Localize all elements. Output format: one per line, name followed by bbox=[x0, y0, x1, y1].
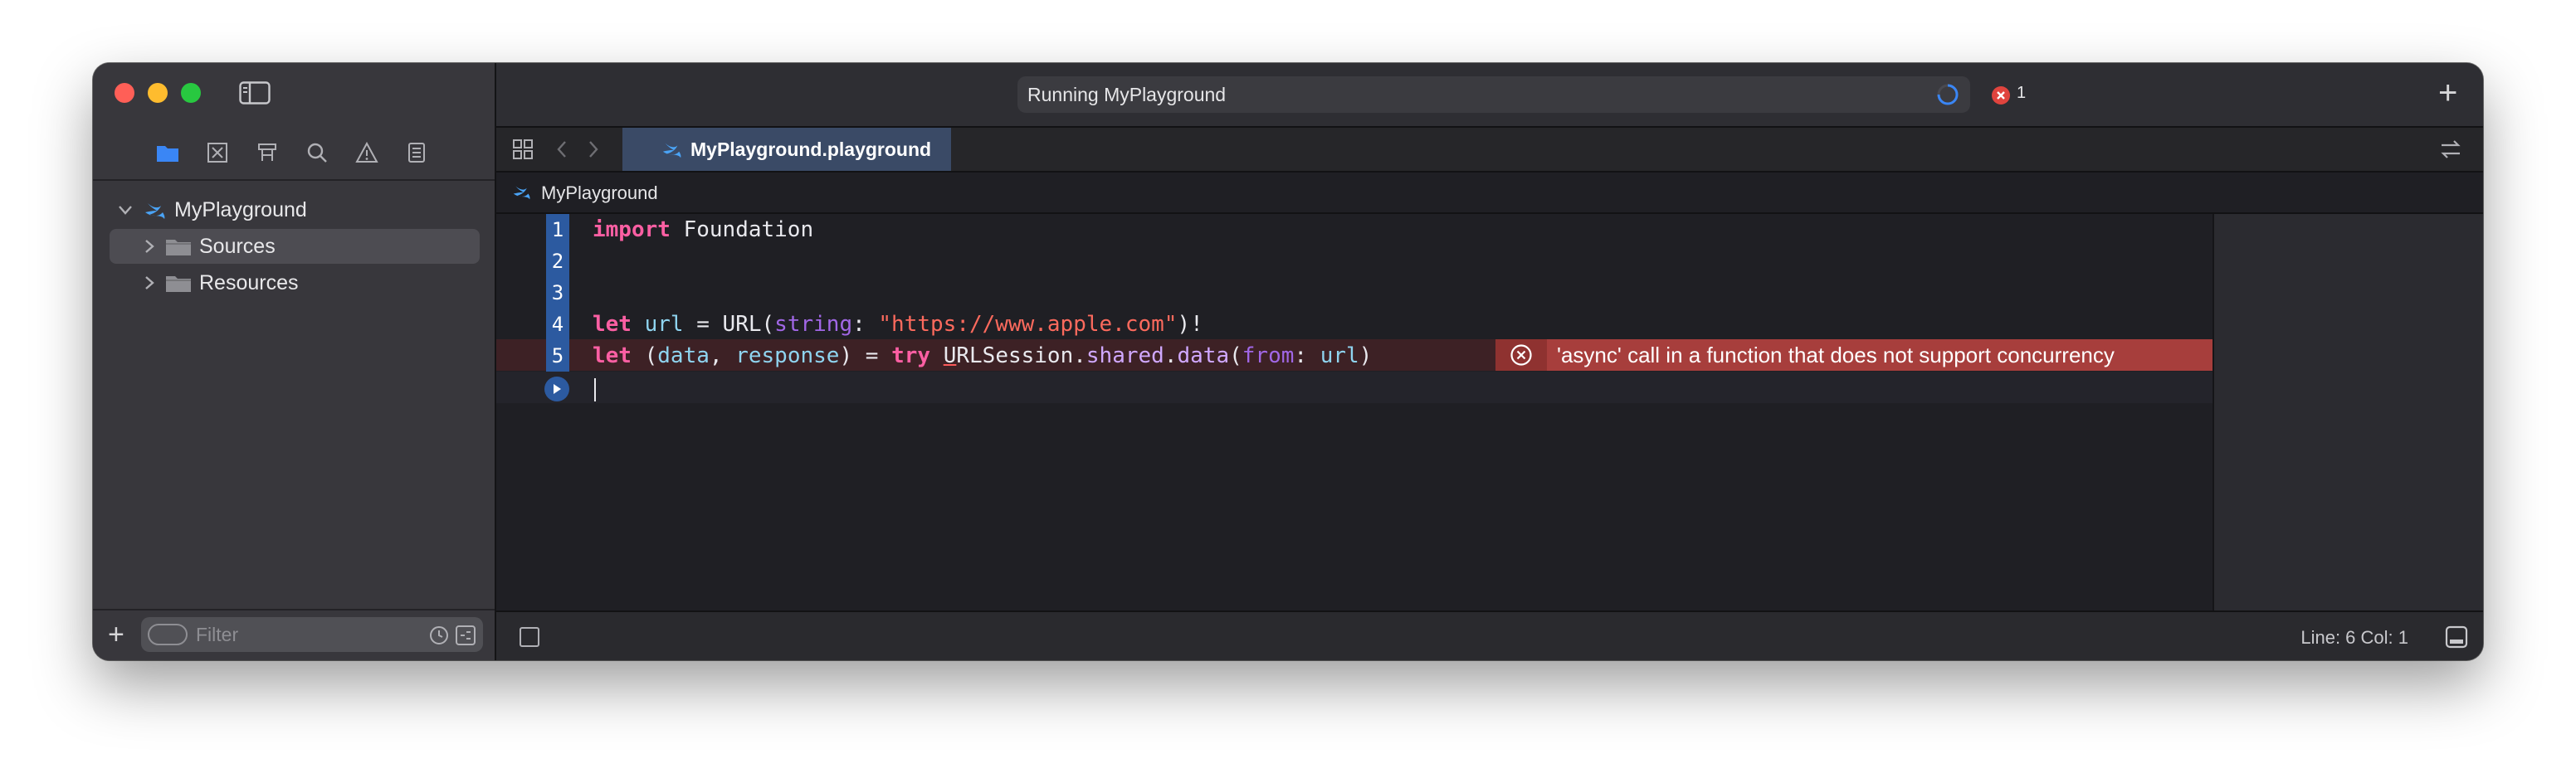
debug-status-bar: Line: 6 Col: 1 bbox=[496, 610, 2483, 660]
recent-files-clock-icon[interactable] bbox=[428, 625, 450, 646]
tree-item-label: MyPlayground bbox=[174, 197, 307, 221]
source-editor[interactable]: 1 2 3 4 5 import Foundation let url = UR… bbox=[496, 214, 2213, 610]
progress-spinner-icon bbox=[1937, 84, 1959, 105]
forward-chevron-icon[interactable] bbox=[586, 139, 601, 159]
tree-item-label: Resources bbox=[199, 270, 299, 294]
code-line-4[interactable]: let url = URL(string: "https://www.apple… bbox=[593, 309, 1203, 340]
line-number[interactable]: 5 bbox=[546, 340, 569, 372]
navigator-sidebar: MyPlayground Sources Resources + Filter bbox=[93, 63, 496, 660]
xcode-window: MyPlayground Sources Resources + Filter … bbox=[93, 63, 2483, 660]
sidebar-toggle-icon[interactable] bbox=[239, 81, 271, 105]
tree-item-resources[interactable]: Resources bbox=[110, 265, 480, 300]
editor-options-icon[interactable] bbox=[2481, 138, 2483, 161]
line-number[interactable]: 3 bbox=[546, 277, 569, 309]
error-annotation-icon-box bbox=[1495, 339, 1547, 371]
report-navigator-icon[interactable] bbox=[400, 136, 433, 169]
tree-item-myplayground[interactable]: MyPlayground bbox=[110, 192, 480, 227]
toolbar: Running MyPlayground 1 + bbox=[496, 63, 2483, 128]
library-add-button[interactable]: + bbox=[2438, 75, 2457, 112]
search-icon[interactable] bbox=[300, 136, 334, 169]
run-playground-button[interactable] bbox=[544, 377, 569, 401]
error-annotation[interactable]: 'async' call in a function that does not… bbox=[1495, 339, 2213, 371]
navigator-filter-bar: + Filter bbox=[93, 609, 495, 660]
hide-debug-area-checkbox-icon[interactable] bbox=[520, 627, 539, 647]
navigator-divider bbox=[93, 179, 495, 181]
add-file-button[interactable]: + bbox=[108, 620, 124, 649]
tree-item-sources[interactable]: Sources bbox=[110, 229, 480, 264]
chevron-down-icon[interactable] bbox=[116, 201, 134, 219]
source-control-filter-icon[interactable] bbox=[455, 625, 476, 646]
error-message: 'async' call in a function that does not… bbox=[1557, 343, 2115, 367]
tab-myplayground[interactable]: MyPlayground.playground bbox=[622, 128, 951, 171]
current-line-highlight bbox=[496, 372, 2213, 403]
swift-icon bbox=[662, 143, 681, 158]
source-control-navigator-icon[interactable] bbox=[201, 136, 234, 169]
play-icon bbox=[554, 384, 561, 394]
folder-navigator-icon[interactable] bbox=[151, 136, 184, 169]
filter-placeholder: Filter bbox=[196, 624, 239, 645]
activity-view: Running MyPlayground bbox=[1017, 76, 1970, 113]
line-number[interactable]: 2 bbox=[546, 246, 569, 277]
code-line-1[interactable]: import Foundation bbox=[593, 214, 813, 246]
text-cursor bbox=[594, 378, 596, 401]
navigator-tabs bbox=[93, 136, 495, 169]
activity-status-text: Running MyPlayground bbox=[1027, 84, 1227, 105]
code-review-icon[interactable] bbox=[2438, 138, 2463, 161]
filter-options-icon[interactable] bbox=[148, 624, 188, 645]
back-chevron-icon[interactable] bbox=[554, 139, 569, 159]
chevron-right-icon[interactable] bbox=[141, 237, 158, 255]
error-count[interactable]: 1 bbox=[2017, 84, 2026, 103]
cursor-position: Line: 6 Col: 1 bbox=[2300, 627, 2408, 648]
code-line-5[interactable]: let (data, response) = try URLSession.sh… bbox=[593, 340, 1372, 372]
symbol-navigator-icon[interactable] bbox=[251, 136, 284, 169]
error-badge-icon[interactable] bbox=[1990, 85, 2012, 106]
folder-icon bbox=[166, 276, 191, 292]
tab-bar: MyPlayground.playground bbox=[496, 128, 2483, 173]
zoom-window-button[interactable] bbox=[181, 83, 201, 103]
issue-navigator-warning-icon[interactable] bbox=[350, 136, 383, 169]
tree-item-label: Sources bbox=[199, 234, 276, 258]
line-number[interactable]: 4 bbox=[546, 309, 569, 340]
related-items-grid-icon[interactable] bbox=[511, 138, 534, 161]
folder-icon bbox=[166, 240, 191, 255]
chevron-right-icon[interactable] bbox=[141, 274, 158, 292]
close-window-button[interactable] bbox=[115, 83, 134, 103]
swift-icon bbox=[513, 186, 530, 200]
console-toggle-icon[interactable] bbox=[2445, 625, 2468, 649]
tab-label: MyPlayground.playground bbox=[690, 138, 932, 160]
jump-bar: MyPlayground bbox=[496, 173, 2483, 214]
error-circle-x-icon bbox=[1510, 344, 1532, 366]
line-number[interactable]: 1 bbox=[546, 214, 569, 246]
filter-field[interactable]: Filter bbox=[141, 617, 483, 652]
minimap-panel bbox=[2213, 214, 2483, 610]
swift-icon bbox=[145, 203, 165, 219]
breadcrumb[interactable]: MyPlayground bbox=[541, 182, 658, 204]
minimize-window-button[interactable] bbox=[148, 83, 168, 103]
